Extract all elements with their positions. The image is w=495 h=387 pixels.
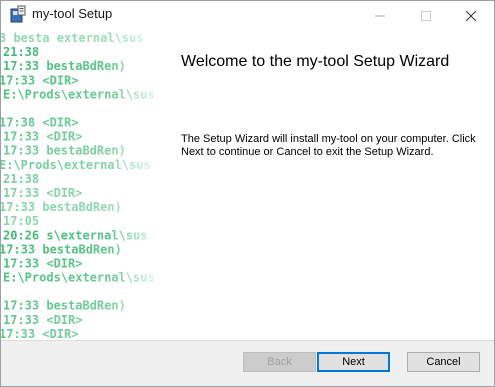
minimize-button[interactable] bbox=[357, 1, 403, 30]
wizard-banner-image: 3 besta external\sus 21:38 17:33 bestaBd… bbox=[1, 30, 165, 340]
setup-window: my-tool Setup Welcome to the my-tool Set… bbox=[0, 0, 495, 387]
welcome-panel: Welcome to the my-tool Setup Wizard The … bbox=[165, 30, 494, 340]
title-bar[interactable]: my-tool Setup bbox=[1, 1, 494, 30]
minimize-icon bbox=[375, 15, 385, 16]
next-button[interactable]: Next bbox=[317, 352, 390, 372]
cancel-button[interactable]: Cancel bbox=[407, 352, 480, 372]
close-icon bbox=[466, 10, 476, 21]
window-title: my-tool Setup bbox=[32, 6, 113, 21]
installer-icon bbox=[10, 5, 26, 23]
back-button[interactable]: Back bbox=[243, 352, 316, 372]
button-bar: Back Next Cancel bbox=[1, 340, 494, 386]
maximize-icon bbox=[421, 10, 431, 21]
banner-graphic: 3 besta external\sus 21:38 17:33 bestaBd… bbox=[1, 30, 165, 340]
maximize-button[interactable] bbox=[403, 1, 449, 30]
close-button[interactable] bbox=[448, 1, 494, 30]
welcome-description: The Setup Wizard will install my-tool on… bbox=[181, 133, 476, 158]
welcome-heading: Welcome to the my-tool Setup Wizard bbox=[181, 53, 450, 70]
